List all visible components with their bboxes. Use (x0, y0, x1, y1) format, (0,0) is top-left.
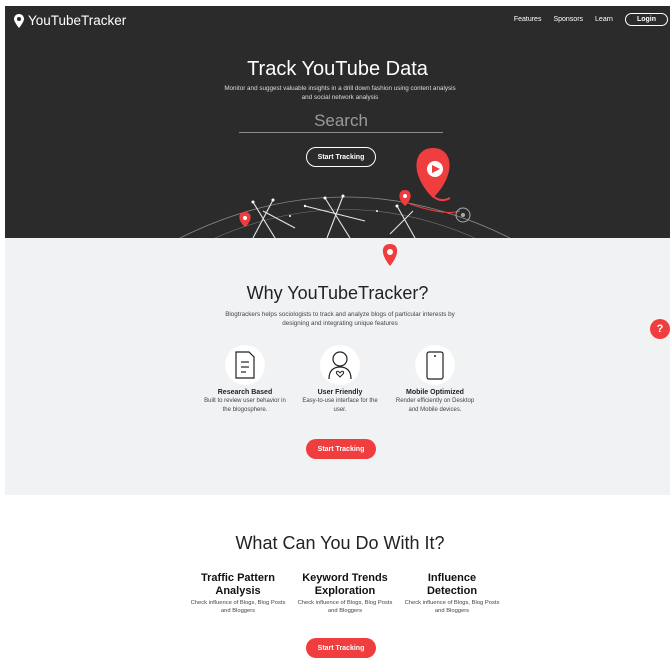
capability-title: Influence Detection (426, 572, 478, 597)
capability-desc: Check influence of Blogs, Blog Posts and… (404, 600, 500, 614)
feature-research-based: Research Based Built to review user beha… (195, 345, 295, 415)
hero-section: YouTubeTracker Features Sponsors Learn L… (5, 6, 670, 238)
feature-desc: Easy-to-use interface for the user. (302, 398, 378, 413)
feature-title: Research Based (217, 389, 273, 396)
phone-icon (426, 351, 444, 380)
why-title: Why YouTubeTracker? (246, 283, 429, 303)
help-button[interactable]: ? (650, 319, 670, 339)
capability-title: Keyword Trends Exploration (302, 572, 388, 597)
search-input[interactable] (239, 109, 443, 133)
why-section: Why YouTubeTracker? Blogtrackers helps s… (5, 238, 670, 495)
top-nav: Features Sponsors Learn Login (514, 13, 668, 26)
feature-desc: Built to review user behavior in the blo… (204, 398, 286, 413)
capability-keyword-trends: Keyword Trends Exploration Check influen… (295, 572, 395, 615)
hero-start-tracking-button[interactable]: Start Tracking (306, 147, 376, 167)
nav-learn[interactable]: Learn (595, 16, 613, 23)
capability-influence-detection: Influence Detection Check influence of B… (402, 572, 502, 615)
document-icon (235, 351, 255, 379)
feature-mobile-optimized: Mobile Optimized Render efficiently on D… (385, 345, 485, 415)
capability-desc: Check influence of Blogs, Blog Posts and… (190, 600, 286, 614)
feature-icon-circle (415, 345, 455, 385)
play-pin-icon (416, 148, 451, 202)
capability-title: Traffic Pattern Analysis (201, 572, 275, 597)
capability-desc: Check influence of Blogs, Blog Posts and… (297, 600, 393, 614)
why-start-tracking-button[interactable]: Start Tracking (306, 439, 376, 459)
location-pin-icon (14, 13, 24, 28)
user-heart-icon (328, 351, 352, 380)
nav-sponsors[interactable]: Sponsors (553, 16, 583, 23)
location-pin-icon (382, 244, 398, 266)
capability-traffic-pattern: Traffic Pattern Analysis Check influence… (188, 572, 288, 615)
login-button[interactable]: Login (624, 13, 668, 26)
hero-title: Track YouTube Data (247, 58, 428, 80)
feature-title: User Friendly (317, 389, 363, 396)
what-title: What Can You Do With It? (235, 533, 445, 553)
feature-desc: Render efficiently on Desktop and Mobile… (395, 398, 475, 413)
feature-title: Mobile Optimized (406, 389, 464, 396)
why-subtitle: Blogtrackers helps sociologists to track… (225, 311, 455, 327)
what-start-tracking-button[interactable]: Start Tracking (306, 638, 376, 658)
brand-name: YouTubeTracker (28, 13, 127, 28)
feature-icon-circle (225, 345, 265, 385)
nav-features[interactable]: Features (514, 16, 542, 23)
feature-user-friendly: User Friendly Easy-to-use interface for … (290, 345, 390, 415)
hero-subtitle: Monitor and suggest valuable insights in… (224, 85, 456, 101)
feature-icon-circle (320, 345, 360, 385)
brand-logo[interactable]: YouTubeTracker (13, 13, 126, 28)
